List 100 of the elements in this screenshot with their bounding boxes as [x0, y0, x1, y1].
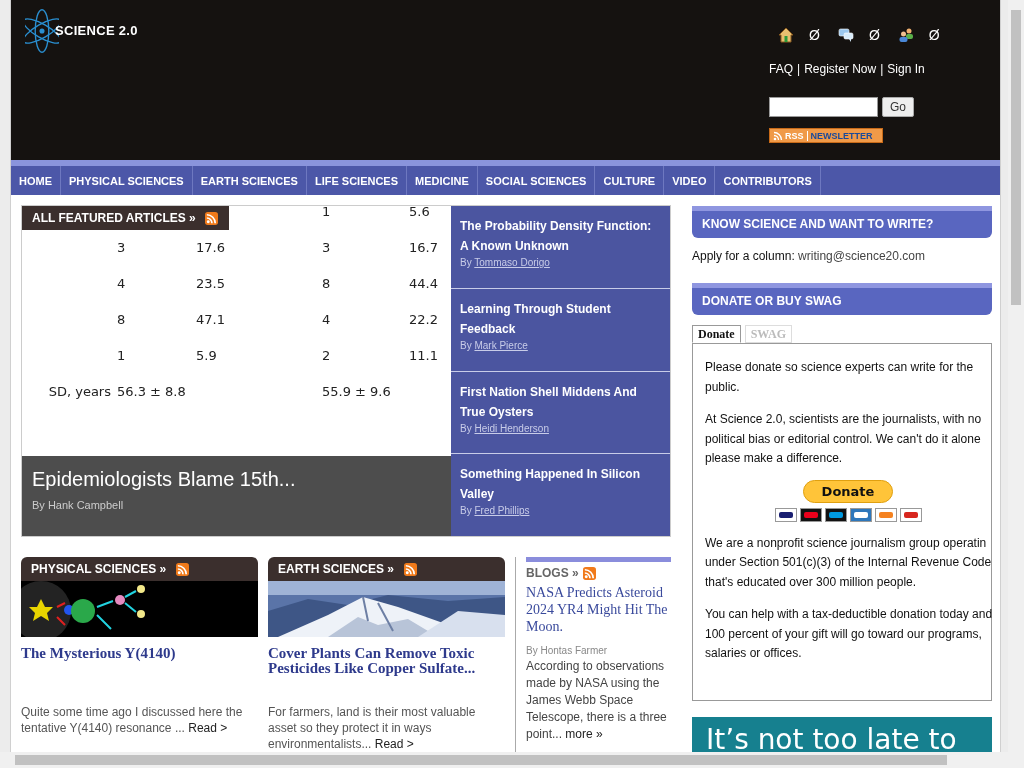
section-link[interactable]: EARTH SCIENCES » [278, 562, 395, 576]
site-logo[interactable]: SCIENCE 2.0 [55, 23, 138, 39]
feed-icon [773, 130, 783, 141]
figure-cell-text: 3 [117, 239, 126, 255]
figure-cell-text: 8 [117, 311, 126, 327]
author-link[interactable]: Heidi Henderson [474, 422, 549, 434]
article-title[interactable]: First Nation Shell Middens And True Oysters [460, 381, 661, 422]
figure-cell-text: 55.9 ± 9.6 [322, 383, 391, 399]
article-title[interactable]: Something Happened In Silicon Valley [460, 464, 661, 505]
header-link[interactable]: FAQ [769, 62, 793, 76]
more-link[interactable]: more » [565, 727, 603, 741]
donate-text-line: under Section 501(c)(3) of the Internal Revenue Code [705, 554, 992, 571]
read-more-link[interactable]: Read > [374, 737, 414, 751]
figure-cell-text: 16.7 [409, 239, 438, 255]
vertical-scrollbar[interactable] [1008, 0, 1024, 768]
card-icon [899, 507, 922, 522]
horizontal-scrollbar[interactable] [0, 752, 1008, 768]
ad-text: It’s not too late to [706, 723, 957, 752]
figure-cell-text: SD, years [48, 383, 111, 399]
figure-cell-text: 8 [322, 275, 331, 291]
figure-cell-text: 11.1 [409, 347, 438, 363]
people-icon[interactable] [897, 27, 914, 43]
article-excerpt: For farmers, land is their most valuable asset so they protect it in ways environmentalists... Read > [268, 704, 477, 752]
figure-cell-text: 17.6 [196, 239, 225, 255]
blog-byline: By Hontas Farmer [526, 645, 609, 656]
byline-text: By [460, 422, 472, 434]
section-link[interactable]: PHYSICAL SCIENCES » [31, 562, 167, 576]
chat-icon[interactable] [837, 27, 854, 43]
donate-text-line: political bias or editorial control. We can't do it alone [705, 430, 981, 448]
count-label: Ø [928, 27, 940, 43]
figure-cell-text: 4 [117, 275, 126, 291]
article-item[interactable]: First Nation Shell Middens And True Oysters By Heidi Henderson [451, 371, 670, 455]
rss-icon[interactable] [204, 211, 218, 225]
figure-cell-text: 22.2 [409, 311, 438, 327]
badge-label: NEWSLETTER [809, 130, 873, 141]
read-more-link[interactable]: Read > [188, 721, 228, 735]
nav-item[interactable]: CULTURE [595, 166, 665, 195]
header-link[interactable]: Register Now [804, 62, 877, 76]
donate-text-line: please make a difference. [705, 450, 843, 467]
card-icon [799, 507, 822, 522]
ad-banner[interactable]: It’s not too late to [692, 717, 992, 752]
figure-cell-text: 3 [322, 239, 331, 255]
nav-item[interactable]: CONTRIBUTORS [715, 166, 821, 195]
nav-item[interactable]: LIFE SCIENCES [306, 166, 408, 195]
search-button[interactable]: Go [882, 97, 914, 117]
home-icon[interactable] [778, 27, 794, 43]
featured-link[interactable]: ALL FEATURED ARTICLES » [32, 211, 196, 225]
sidebar-heading: DONATE OR BUY SWAG [692, 283, 992, 315]
article-title[interactable]: Cover Plants Can Remove Toxic Pesticides Like Copper Sulfate... [268, 646, 505, 688]
count-label: Ø [809, 27, 820, 43]
nav-item[interactable]: MEDICINE [407, 166, 478, 195]
figure-cell-text: 23.5 [196, 275, 225, 291]
nav-item[interactable]: PHYSICAL SCIENCES [61, 166, 193, 195]
nav-item[interactable]: HOME [11, 166, 61, 195]
author-link[interactable]: Fred Phillips [474, 505, 530, 517]
donate-button[interactable]: Donate [802, 479, 894, 503]
author-link[interactable]: Mark Pierce [474, 339, 528, 351]
byline-text: By [460, 339, 472, 351]
donate-text-line: Please donate so science experts can write for the [705, 359, 974, 376]
blog-title[interactable]: NASA Predicts Asteroid 2024 YR4 Might Hit The Moon. [526, 584, 671, 635]
byline-text: By [460, 505, 472, 517]
rss-icon[interactable] [176, 562, 190, 576]
figure-cell-text: 56.3 ± 8.8 [117, 383, 186, 399]
lead-byline: By Hank Campbell [32, 499, 124, 511]
card-icon [774, 507, 797, 522]
header-link[interactable]: Sign In [887, 62, 925, 76]
article-item[interactable]: Something Happened In Silicon Valley By Fred Phillips [451, 454, 670, 536]
donate-text-line: We are a nonprofit science journalism group operatin [705, 534, 987, 552]
card-icon [824, 507, 847, 522]
count-label: Ø [868, 27, 880, 43]
article-title[interactable]: The Probability Density Function: A Known Unknown [460, 216, 661, 256]
card-icon [874, 507, 897, 522]
nav-item[interactable]: VIDEO [664, 166, 716, 195]
figure-cell-text: 1 [117, 347, 126, 363]
article-title[interactable]: Learning Through Student Feedback [460, 298, 661, 339]
figure-cell-text: 5.9 [196, 347, 217, 363]
figure-cell-text: 5.6 [409, 206, 430, 219]
article-title[interactable]: The Mysterious Y(4140) [21, 646, 258, 688]
donate-text-line: that's educated over 300 million people. [705, 573, 917, 591]
article-item[interactable]: The Probability Density Function: A Known Unknown By Tommaso Dorigo [451, 206, 670, 289]
article-item[interactable]: Learning Through Student Feedback By Mark Pierce [451, 288, 670, 372]
separator-text: | [880, 62, 884, 76]
tab[interactable]: Donate [692, 325, 741, 343]
lead-title[interactable]: Epidemiologists Blame 15th... [32, 468, 296, 491]
separator-text: | [797, 62, 801, 76]
article-excerpt: Quite some time ago I discussed here the tentative Y(4140) resonance ... Read > [21, 704, 244, 736]
donate-text-line: At Science 2.0, scientists are the journalists, with no [705, 411, 982, 428]
figure-cell-text: 1 [322, 206, 331, 219]
figure-cell-text: 4 [322, 311, 331, 327]
newsletter-badge[interactable]: RSS NEWSLETTER [769, 128, 883, 143]
blogs-link[interactable]: BLOGS » [526, 566, 579, 580]
nav-item[interactable]: SOCIAL SCIENCES [477, 166, 596, 195]
figure-cell-text: 47.1 [196, 311, 225, 327]
author-link[interactable]: Tommaso Dorigo [474, 257, 550, 268]
search-field[interactable] [769, 97, 878, 117]
byline-text: By [460, 257, 472, 268]
badge-rss-text: RSS [785, 130, 808, 141]
nav-item[interactable]: EARTH SCIENCES [192, 166, 307, 195]
email-link[interactable]: writing@science20.com [798, 249, 925, 263]
rss-icon[interactable] [404, 562, 418, 576]
